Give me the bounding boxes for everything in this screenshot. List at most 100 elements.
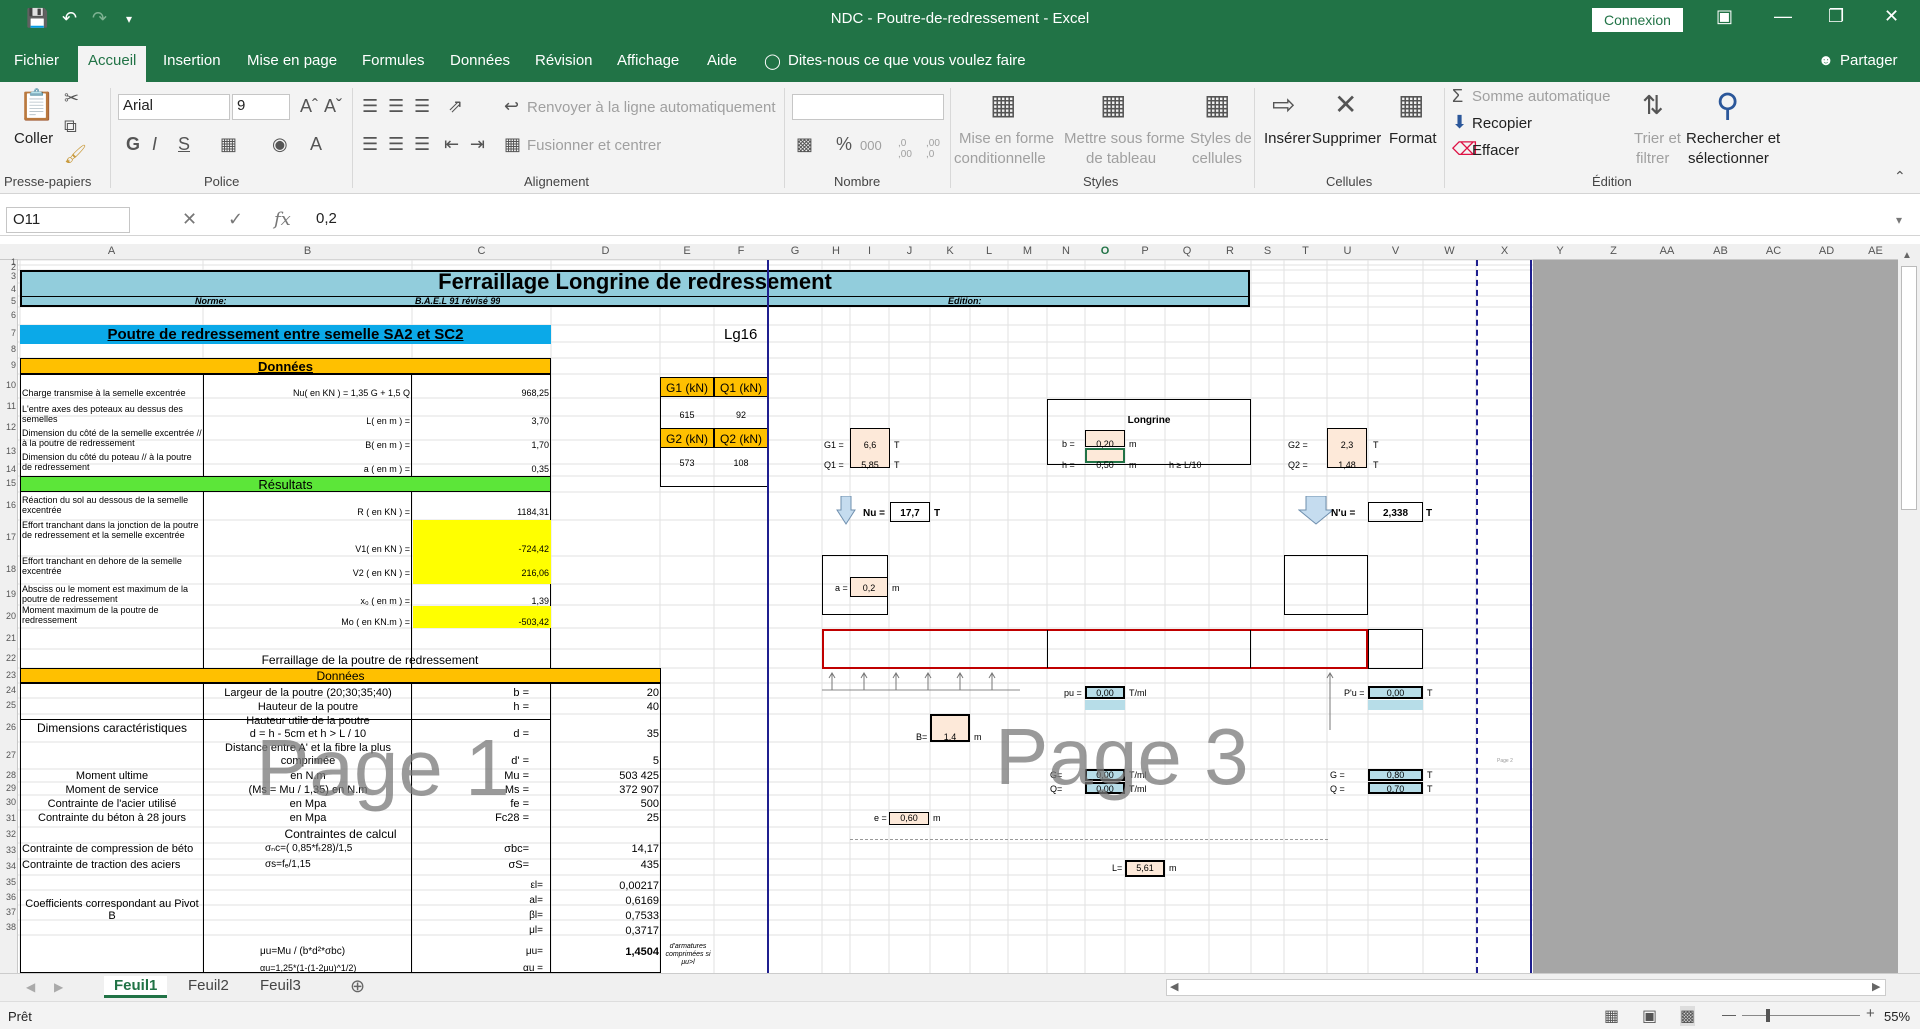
fill-button[interactable]: Recopier [1472,115,1532,132]
tell-me-search[interactable]: Dites-nous ce que vous voulez faire [788,52,1026,69]
row36-value[interactable]: 0,3717 [553,925,659,937]
orientation-icon[interactable]: ⇗ [448,96,463,117]
sty-line1[interactable]: Styles de [1190,130,1252,147]
add-sheet-icon[interactable]: ⊕ [350,976,365,997]
ribbon-display-icon[interactable]: ▣ [1716,6,1733,27]
thousands-icon[interactable]: 000 [860,138,882,153]
italic-icon[interactable]: I [152,134,157,155]
align-middle-icon[interactable]: ☰ [388,96,404,117]
collapse-ribbon-icon[interactable]: ⌃ [1894,168,1906,185]
pu-value[interactable]: 0,00 [1085,688,1125,698]
find-select-icon[interactable]: ⚲ [1716,86,1739,124]
g1-value[interactable]: 615 [660,410,714,420]
prev-sheet-icon[interactable]: ◀ [26,980,35,994]
mfc-line1[interactable]: Mise en forme [959,130,1054,147]
table-format-icon[interactable]: ▦ [1100,88,1126,121]
conditional-format-icon[interactable]: ▦ [990,88,1016,121]
row33-value[interactable]: 0,00217 [553,880,659,892]
sort-line1[interactable]: Trier et [1634,130,1681,147]
find-line2[interactable]: sélectionner [1688,150,1769,167]
align-right-icon[interactable]: ☰ [414,134,430,155]
tab-accueil[interactable]: Accueil [78,46,147,82]
row10-value[interactable]: 3,70 [414,416,549,426]
autosum-icon[interactable]: Σ [1452,86,1463,107]
row18-value[interactable]: -503,42 [414,617,549,627]
find-line1[interactable]: Rechercher et [1686,130,1780,147]
share-button[interactable]: Partager [1840,52,1898,69]
borders-icon[interactable]: ▦ [220,134,237,155]
mfc-line2[interactable]: conditionnelle [954,150,1046,167]
autosum-button[interactable]: Somme automatique [1472,88,1610,105]
tab-feuil2[interactable]: Feuil2 [178,976,239,995]
gp-value[interactable]: 0,80 [1368,770,1423,780]
nu-value[interactable]: 17,7 [890,508,930,519]
row29-value[interactable]: 25 [553,812,659,824]
tab-aide[interactable]: Aide [707,52,737,69]
q1-value[interactable]: 92 [714,410,768,420]
zoom-in-icon[interactable]: + [1866,1005,1875,1022]
h-value[interactable]: 0,50 [1085,460,1125,470]
a-value[interactable]: 0,2 [850,583,888,593]
decrease-font-icon[interactable]: Aˇ [324,96,342,117]
maximize-icon[interactable]: ❐ [1828,6,1844,27]
column-header[interactable]: AB [1694,245,1747,257]
row9-value[interactable]: 968,25 [414,388,549,398]
currency-icon[interactable]: ▩ [796,134,813,155]
page-layout-icon[interactable]: ▣ [1642,1006,1657,1026]
number-format-select[interactable] [792,94,944,120]
scroll-thumb[interactable] [1901,266,1917,510]
align-center-icon[interactable]: ☰ [388,134,404,155]
row14-value[interactable]: 1184,31 [414,507,549,517]
zoom-level[interactable]: 55% [1884,1009,1910,1024]
increase-font-icon[interactable]: Aˆ [300,96,318,117]
wrap-text-icon[interactable]: ↩ [504,96,519,117]
row24-value[interactable]: 35 [553,728,659,740]
format-button[interactable]: Format [1389,130,1437,147]
copy-icon[interactable]: ⧉ [64,116,77,137]
g1-cell-value[interactable]: 6,6 [850,440,890,450]
column-header[interactable]: AE [1853,245,1898,257]
row15-value[interactable]: -724,42 [414,544,549,554]
g2-value[interactable]: 573 [660,458,714,468]
decrease-indent-icon[interactable]: ⇤ [444,134,459,155]
column-header[interactable]: AC [1747,245,1800,257]
pup-value[interactable]: 0,00 [1368,688,1423,698]
tab-insertion[interactable]: Insertion [163,52,221,69]
percent-icon[interactable]: % [836,134,852,155]
tab-formules[interactable]: Formules [362,52,425,69]
mst-line1[interactable]: Mettre sous forme [1064,130,1185,147]
row27-value[interactable]: 372 907 [553,784,659,796]
row37-value[interactable]: 1,4504 [553,946,659,958]
e-value[interactable]: 0,60 [889,813,929,823]
function-icon[interactable]: fx [274,209,291,230]
column-header[interactable]: AD [1800,245,1853,257]
tab-mise-en-page[interactable]: Mise en page [247,52,337,69]
decrease-decimal-icon[interactable]: ,00 ,0 [926,138,948,160]
qp-value[interactable]: 0,70 [1368,784,1423,794]
merge-icon[interactable]: ▦ [504,134,521,155]
increase-indent-icon[interactable]: ⇥ [470,134,485,155]
l-value[interactable]: 5,61 [1125,863,1165,873]
minimize-icon[interactable]: — [1774,6,1792,27]
row25-value[interactable]: 5 [553,755,659,767]
q2-value[interactable]: 108 [714,458,768,468]
clear-button[interactable]: Effacer [1472,142,1519,159]
bold-icon[interactable]: G [126,134,140,155]
align-top-icon[interactable]: ☰ [362,96,378,117]
close-icon[interactable]: ✕ [1884,6,1899,27]
vertical-scrollbar[interactable]: ▲ [1898,244,1920,973]
next-sheet-icon[interactable]: ▶ [54,980,63,994]
q1-cell-value[interactable]: 5,85 [850,460,890,470]
tab-feuil1[interactable]: Feuil1 [104,976,168,998]
wrap-text-button[interactable]: Renvoyer à la ligne automatiquement [527,99,775,116]
paste-icon[interactable]: 📋 [18,88,55,123]
q2-cell-value[interactable]: 1,48 [1327,460,1367,470]
row16-value[interactable]: 216,06 [414,568,549,578]
expand-formula-icon[interactable]: ▾ [1896,213,1902,227]
row35-value[interactable]: 0,7533 [553,910,659,922]
delete-cells-icon[interactable]: ✕ [1334,88,1357,121]
format-cells-icon[interactable]: ▦ [1398,88,1424,121]
row32-value[interactable]: 435 [553,859,659,871]
insert-button[interactable]: Insérer [1264,130,1311,147]
nup-value[interactable]: 2,338 [1368,508,1423,519]
